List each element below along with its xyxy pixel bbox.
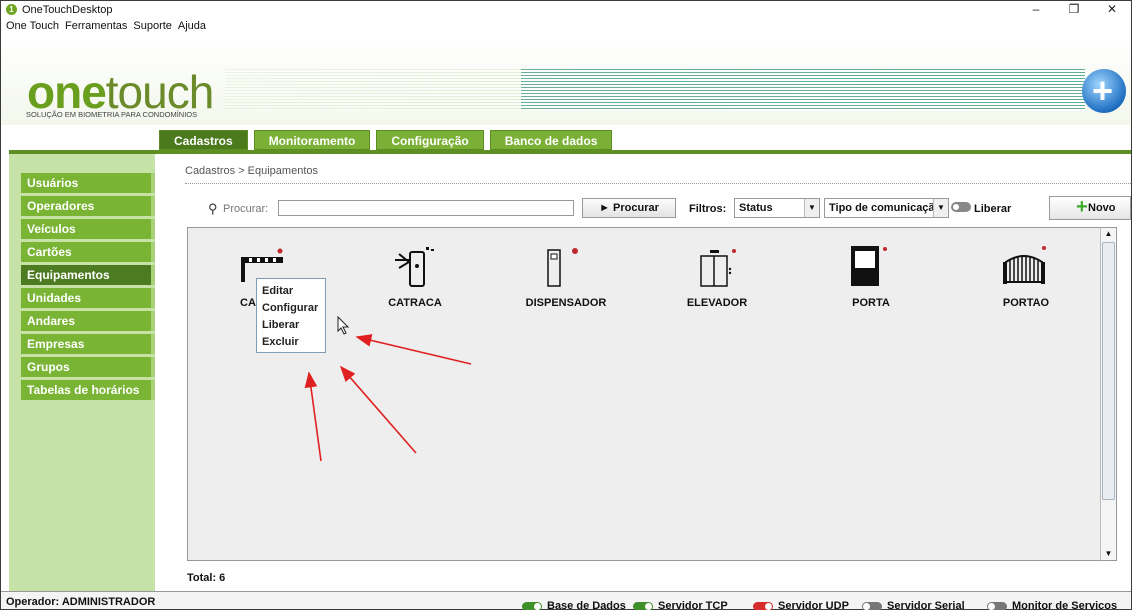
red-arrow-icon <box>304 371 322 462</box>
service-monitor-de-servicos: Monitor de Servicos <box>987 600 1117 610</box>
service-base-de-dados: Base de Dados <box>522 600 626 610</box>
toggle-on-icon <box>753 601 773 610</box>
toggle-off-icon <box>862 601 882 610</box>
service-servidor-udp: Servidor UDP <box>753 600 849 610</box>
red-arrow-icon <box>339 365 417 454</box>
service-servidor-tcp: Servidor TCP <box>633 600 728 610</box>
operator-label: Operador: ADMINISTRADOR <box>6 596 156 608</box>
toggle-on-icon <box>633 601 653 610</box>
red-arrow-icon <box>355 334 472 365</box>
service-servidor-serial: Servidor Serial <box>862 600 965 610</box>
toggle-off-icon <box>987 601 1007 610</box>
total-count: Total: 6 <box>187 572 226 584</box>
mouse-cursor-icon <box>337 315 350 335</box>
annotation-arrows <box>304 315 472 462</box>
toggle-on-icon <box>522 601 542 610</box>
status-bar: Operador: ADMINISTRADOR Base de Dados Se… <box>1 591 1131 610</box>
